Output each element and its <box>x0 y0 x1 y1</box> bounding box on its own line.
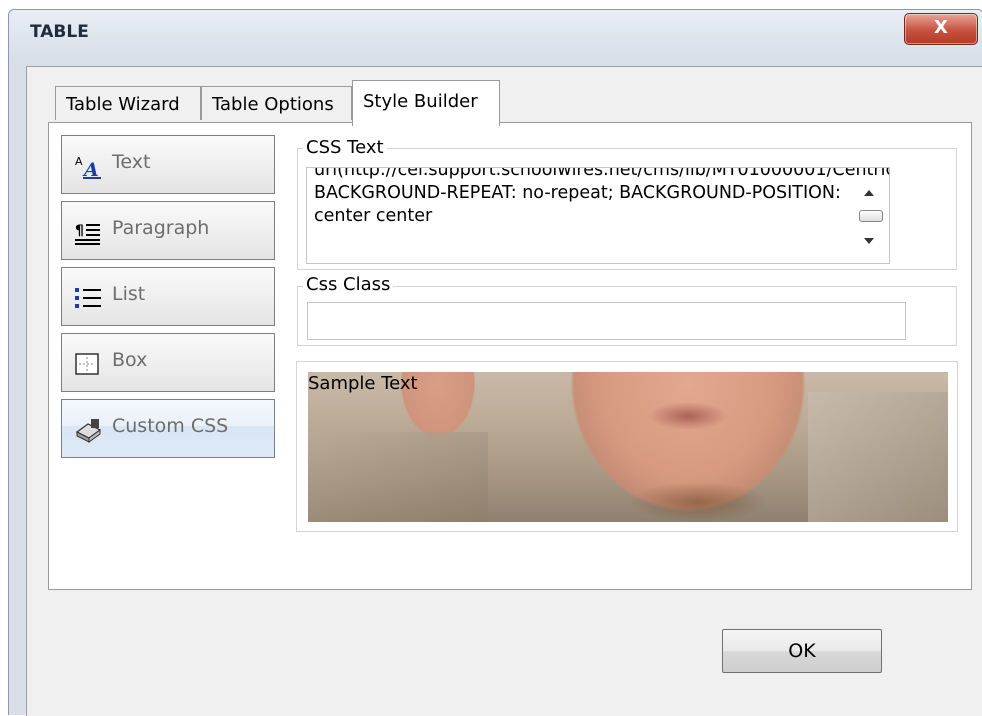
scroll-up-icon[interactable] <box>864 190 874 196</box>
box-style-label: Box <box>112 349 148 371</box>
text-style-button[interactable]: A A Text <box>61 135 275 194</box>
title-bar[interactable] <box>8 9 982 62</box>
svg-text:¶: ¶ <box>75 223 84 239</box>
custom-css-icon <box>74 418 102 443</box>
custom-css-button[interactable]: Custom CSS <box>61 399 275 458</box>
window-title: TABLE <box>30 22 89 42</box>
box-style-button[interactable]: Box <box>61 333 275 392</box>
scroll-thumb[interactable] <box>859 210 883 222</box>
scroll-down-icon[interactable] <box>864 238 874 244</box>
css-text-label: CSS Text <box>303 137 387 158</box>
tab-table-options[interactable]: Table Options <box>201 86 352 120</box>
sample-text: Sample Text <box>308 373 418 394</box>
paragraph-style-button[interactable]: ¶ Paragraph <box>61 201 275 260</box>
css-text-area[interactable]: url(http://cel.support.schoolwires.net/c… <box>306 167 890 264</box>
list-style-label: List <box>112 283 146 305</box>
css-class-input[interactable] <box>307 302 906 340</box>
svg-text:A: A <box>82 159 99 180</box>
preview-image <box>308 372 948 522</box>
box-icon <box>74 352 102 376</box>
css-text-scrollbar[interactable] <box>855 172 885 260</box>
svg-text:A: A <box>75 155 83 168</box>
close-button[interactable]: X <box>904 13 978 45</box>
paragraph-style-label: Paragraph <box>112 217 210 239</box>
list-icon <box>74 286 102 310</box>
css-text-value: url(http://cel.support.schoolwires.net/c… <box>314 167 890 226</box>
tab-table-wizard[interactable]: Table Wizard <box>55 86 201 120</box>
tab-style-builder[interactable]: Style Builder <box>352 80 500 126</box>
text-style-icon: A A <box>74 154 102 181</box>
paragraph-icon: ¶ <box>74 220 102 245</box>
ok-button[interactable]: OK <box>722 629 882 673</box>
custom-css-label: Custom CSS <box>112 415 229 437</box>
css-class-label: Css Class <box>303 274 394 295</box>
list-style-button[interactable]: List <box>61 267 275 326</box>
text-style-label: Text <box>112 151 151 173</box>
